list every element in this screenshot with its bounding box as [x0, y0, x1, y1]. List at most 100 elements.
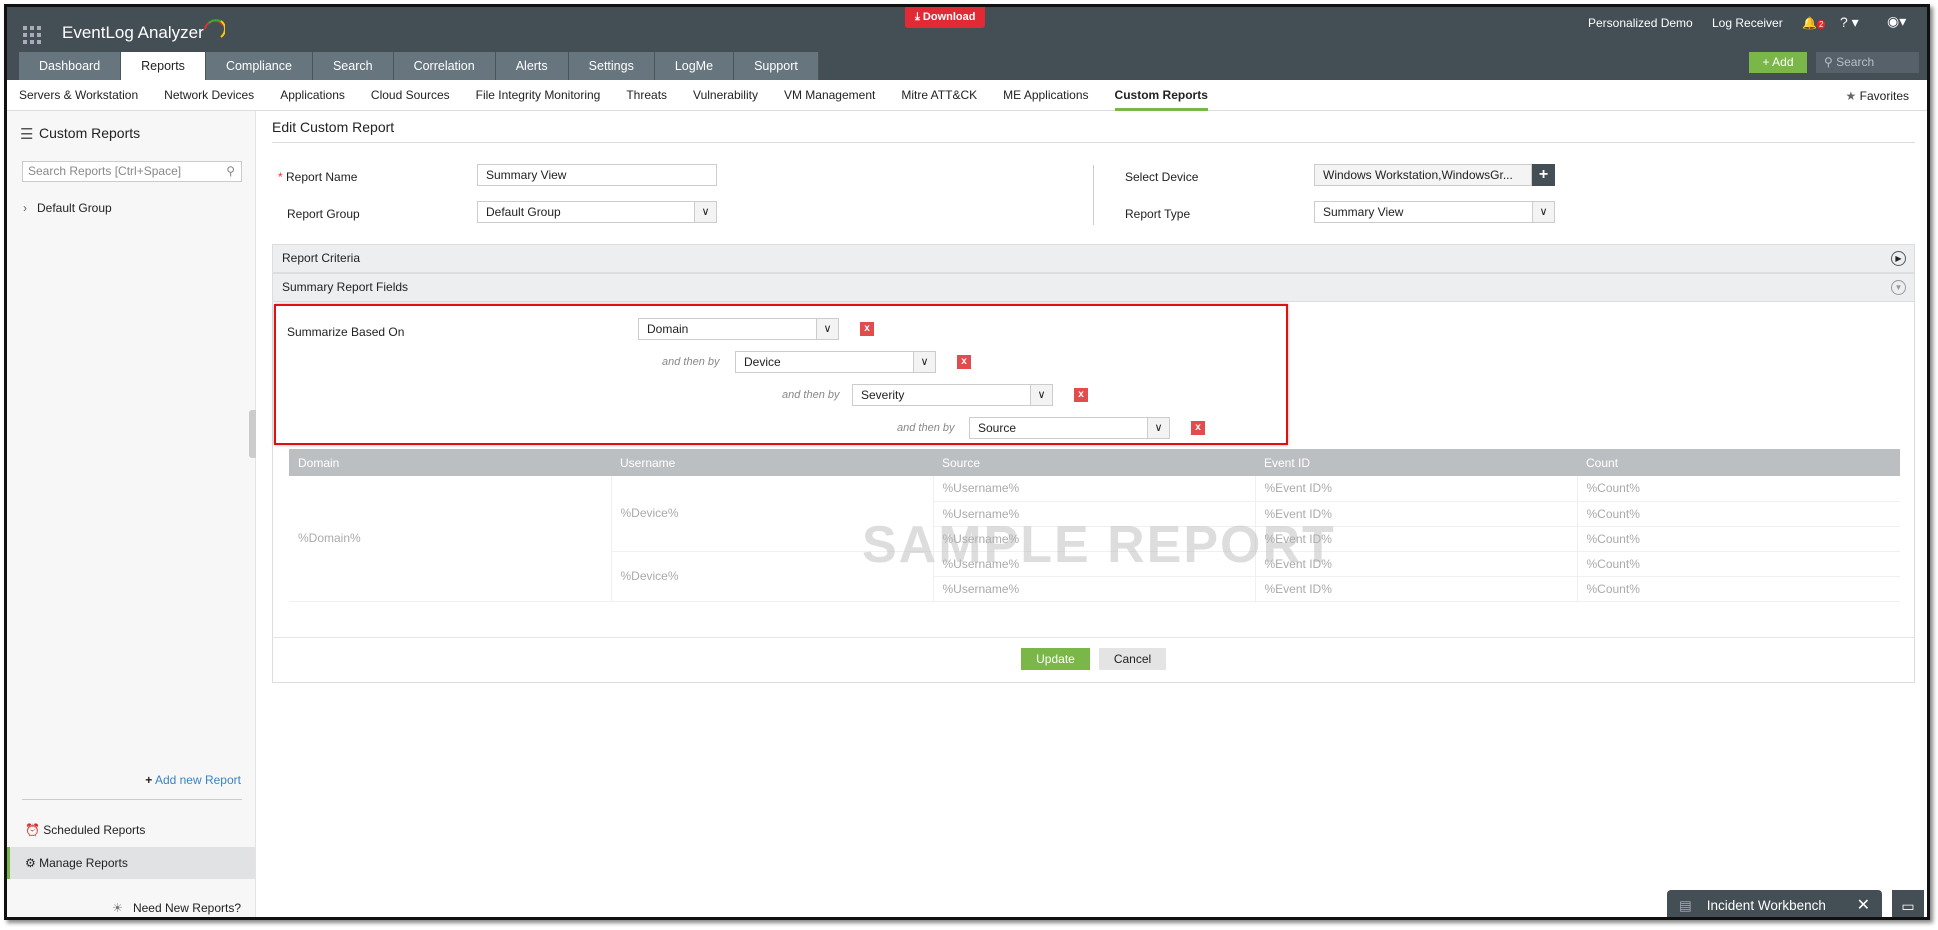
report-group-select[interactable]: Default Group ∨	[477, 201, 717, 223]
need-new-reports-link[interactable]: ☀ Need New Reports?	[112, 901, 241, 915]
remove-level-1-button[interactable]: x	[860, 322, 874, 336]
then-by-label: and then by	[662, 356, 720, 368]
sidebar-item-manage-reports[interactable]: ⚙ Manage Reports	[7, 847, 255, 879]
hamburger-icon[interactable]: ☰	[20, 125, 33, 143]
cell-count: %Count%	[1576, 526, 1900, 552]
subnav-me-applications[interactable]: ME Applications	[1003, 80, 1088, 111]
summarize-label: Summarize Based On	[287, 325, 405, 339]
chevron-down-icon: ∨	[1030, 385, 1052, 405]
tab-correlation[interactable]: Correlation	[393, 52, 496, 80]
plus-icon: +	[145, 773, 153, 787]
log-receiver-link[interactable]: Log Receiver	[1712, 16, 1783, 30]
report-type-select[interactable]: Summary View ∨	[1314, 201, 1555, 223]
add-button[interactable]: + Add	[1749, 52, 1807, 73]
tab-settings[interactable]: Settings	[568, 52, 655, 80]
top-header: EventLog Analyzer ⤓ Download Personalize…	[7, 7, 1927, 80]
cell-username: %Username%	[932, 576, 1255, 602]
collapse-down-icon[interactable]: ▼	[1891, 280, 1906, 295]
apps-grid-icon[interactable]	[23, 26, 41, 44]
subnav-threats[interactable]: Threats	[626, 80, 667, 111]
expand-right-icon[interactable]: ▶	[1891, 251, 1906, 266]
divider	[1093, 165, 1094, 225]
cell-count: %Count%	[1576, 501, 1900, 527]
cell-count: %Count%	[1576, 476, 1900, 502]
logo-arcs-icon	[204, 19, 225, 38]
level-2-value: Device	[744, 355, 781, 369]
sample-report-watermark: SAMPLE REPORT	[862, 516, 1336, 574]
sidebar: ☰ Custom Reports Search Reports [Ctrl+Sp…	[7, 111, 256, 917]
chevron-down-icon: ∨	[1532, 202, 1554, 222]
report-name-input[interactable]: Summary View	[477, 164, 717, 186]
remove-level-4-button[interactable]: x	[1191, 421, 1205, 435]
sidebar-item-scheduled-reports[interactable]: ⏰ Scheduled Reports	[25, 823, 145, 837]
subnav-servers[interactable]: Servers & Workstation	[19, 80, 138, 111]
level-4-select[interactable]: Source ∨	[969, 417, 1170, 439]
level-1-value: Domain	[647, 322, 689, 336]
col-username: Username	[611, 449, 933, 476]
level-4-value: Source	[978, 421, 1017, 435]
remove-level-3-button[interactable]: x	[1074, 388, 1088, 402]
report-name-label: * Report Name	[278, 170, 357, 184]
table-row: %Domain% %Device% %Username% %Event ID% %Cou…	[289, 476, 1900, 602]
level-2-select[interactable]: Device ∨	[735, 351, 936, 373]
app-window: EventLog Analyzer ⤓ Download Personalize…	[4, 4, 1930, 920]
report-type-value: Summary View	[1323, 205, 1404, 219]
close-icon[interactable]: ✕	[1857, 890, 1870, 917]
cancel-button[interactable]: Cancel	[1099, 648, 1166, 670]
main-tabs: Dashboard Reports Compliance Search Corr…	[19, 52, 819, 80]
sidebar-collapse-handle[interactable]	[249, 410, 256, 458]
tab-compliance[interactable]: Compliance	[205, 52, 313, 80]
subnav-network-devices[interactable]: Network Devices	[164, 80, 254, 111]
tab-alerts[interactable]: Alerts	[495, 52, 569, 80]
chevron-down-icon: ∨	[694, 202, 716, 222]
cell-username: %Username%	[932, 476, 1255, 502]
header-search-input[interactable]: ⚲ Search	[1816, 52, 1919, 73]
alarm-clock-icon: ⏰	[25, 823, 40, 837]
divider	[272, 142, 1915, 143]
user-avatar-menu[interactable]: ◉▾	[1887, 13, 1906, 30]
star-icon: ★	[1845, 89, 1857, 103]
cell-domain: %Domain%	[289, 476, 611, 602]
tab-logme[interactable]: LogMe	[654, 52, 735, 80]
subnav-vm-management[interactable]: VM Management	[784, 80, 875, 111]
bell-icon[interactable]: 🔔 2	[1802, 16, 1826, 30]
col-event-id: Event ID	[1255, 449, 1577, 476]
notification-badge: 2	[1816, 20, 1826, 29]
subnav-vulnerability[interactable]: Vulnerability	[693, 80, 758, 111]
chat-button[interactable]: ▭	[1892, 890, 1924, 917]
select-device-label: Select Device	[1125, 170, 1199, 184]
level-3-value: Severity	[861, 388, 905, 402]
level-3-select[interactable]: Severity ∨	[852, 384, 1053, 406]
tab-dashboard[interactable]: Dashboard	[19, 52, 122, 80]
sidebar-search-input[interactable]: Search Reports [Ctrl+Space] ⚲	[22, 161, 242, 182]
level-1-select[interactable]: Domain ∨	[638, 318, 839, 340]
subnav-cloud-sources[interactable]: Cloud Sources	[371, 80, 450, 111]
select-device-input[interactable]: Windows Workstation,WindowsGr...	[1314, 164, 1532, 186]
update-button[interactable]: Update	[1021, 648, 1090, 670]
report-name-label-text: Report Name	[286, 170, 358, 184]
group-label: Default Group	[37, 201, 112, 215]
report-type-label: Report Type	[1125, 207, 1191, 221]
subnav-mitre[interactable]: Mitre ATT&CK	[901, 80, 977, 111]
subnav-fim[interactable]: File Integrity Monitoring	[476, 80, 601, 111]
subnav-custom-reports[interactable]: Custom Reports	[1114, 80, 1208, 111]
tab-search[interactable]: Search	[312, 52, 394, 80]
personalized-demo-link[interactable]: Personalized Demo	[1588, 16, 1693, 30]
tab-support[interactable]: Support	[734, 52, 819, 80]
incident-workbench-bar[interactable]: ▤ Incident Workbench ✕	[1667, 890, 1882, 917]
app-logo: EventLog Analyzer	[62, 23, 204, 42]
favorites-link[interactable]: ★ Favorites	[1846, 89, 1909, 103]
remove-level-2-button[interactable]: x	[957, 355, 971, 369]
add-device-button[interactable]: +	[1532, 164, 1555, 186]
download-button[interactable]: ⤓ Download	[905, 7, 986, 28]
help-menu[interactable]: ? ▾	[1840, 14, 1859, 31]
then-by-label: and then by	[782, 389, 840, 401]
subnav-applications[interactable]: Applications	[280, 80, 345, 111]
report-criteria-section[interactable]: Report Criteria ▶	[272, 244, 1915, 273]
summary-fields-section[interactable]: Summary Report Fields ▼	[272, 273, 1915, 302]
tab-reports[interactable]: Reports	[121, 52, 206, 80]
page-title: Edit Custom Report	[272, 119, 395, 135]
sidebar-item-default-group[interactable]: › Default Group	[23, 201, 112, 215]
lightbulb-icon: ☀	[112, 901, 123, 915]
add-new-report-link[interactable]: + Add new Report	[145, 773, 241, 787]
